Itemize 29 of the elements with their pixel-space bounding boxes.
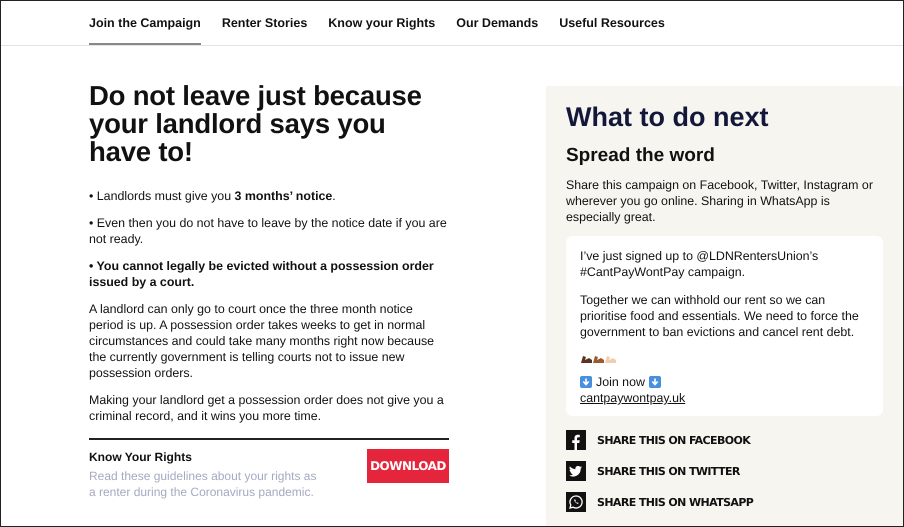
intro-text: Share this campaign on Facebook, Twitter, Instagram or wherever you go online. Sharing in WhatsApp is especially great. [566, 177, 874, 225]
facebook-icon[interactable] [566, 430, 586, 450]
message-paragraph: I’ve just signed up to @LDNRentersUnion’s #CantPayWontPay campaign. [580, 248, 820, 280]
body-paragraph: A landlord can only go to court once the three month notice period is up. A possession order takes weeks to get in normal circumstances and could take many months right now because the currently government is telling courts not to issue new possession orders. [89, 301, 436, 381]
twitter-icon[interactable] [566, 461, 586, 481]
down-arrow-icon [580, 376, 592, 388]
body-paragraph: • Landlords must give you 3 months’ notice. [89, 188, 337, 204]
message-paragraph: Together we can withhold our rent so we can prioritise food and essentials. We need to force the government to ban evictions and cancel rent debt. [580, 292, 860, 340]
body-paragraph: • Even then you do not have to leave by the notice date if you are not ready. [89, 215, 448, 247]
join-label: Join now [596, 374, 645, 390]
nav-tab[interactable]: Useful Resources [559, 1, 665, 45]
share-link[interactable]: SHARE THIS ON WHATSAPP [597, 496, 754, 508]
down-arrow-icon [648, 376, 661, 388]
download-description: Read these guidelines about your rights as a renter during the Coronavirus pandemic. [89, 468, 318, 500]
nav-tab[interactable]: Renter Stories [222, 1, 308, 45]
nav-tab[interactable]: Join the Campaign [89, 1, 201, 45]
nav-tab[interactable]: Know your Rights [328, 1, 436, 45]
body-paragraph: Making your landlord get a possession order does not give you a criminal record, and it wins you more time. [89, 392, 445, 424]
download-title: Know Your Rights [89, 450, 193, 464]
panel-heading: What to do next [566, 102, 770, 133]
section-heading: Spread the word [566, 145, 716, 167]
campaign-link[interactable]: cantpaywontpay.uk [580, 391, 686, 405]
nav-tab[interactable]: Our Demands [456, 1, 538, 45]
page-heading: Do not leave just because your landlord says you have to! [89, 82, 423, 166]
share-link[interactable]: SHARE THIS ON TWITTER [597, 464, 740, 478]
whatsapp-icon[interactable] [566, 492, 586, 512]
body-paragraph: • You cannot legally be evicted without a possession order issued by a court. [89, 258, 435, 290]
share-link[interactable]: SHARE THIS ON FACEBOOK [597, 434, 750, 446]
download-button[interactable]: DOWNLOAD [367, 449, 449, 483]
